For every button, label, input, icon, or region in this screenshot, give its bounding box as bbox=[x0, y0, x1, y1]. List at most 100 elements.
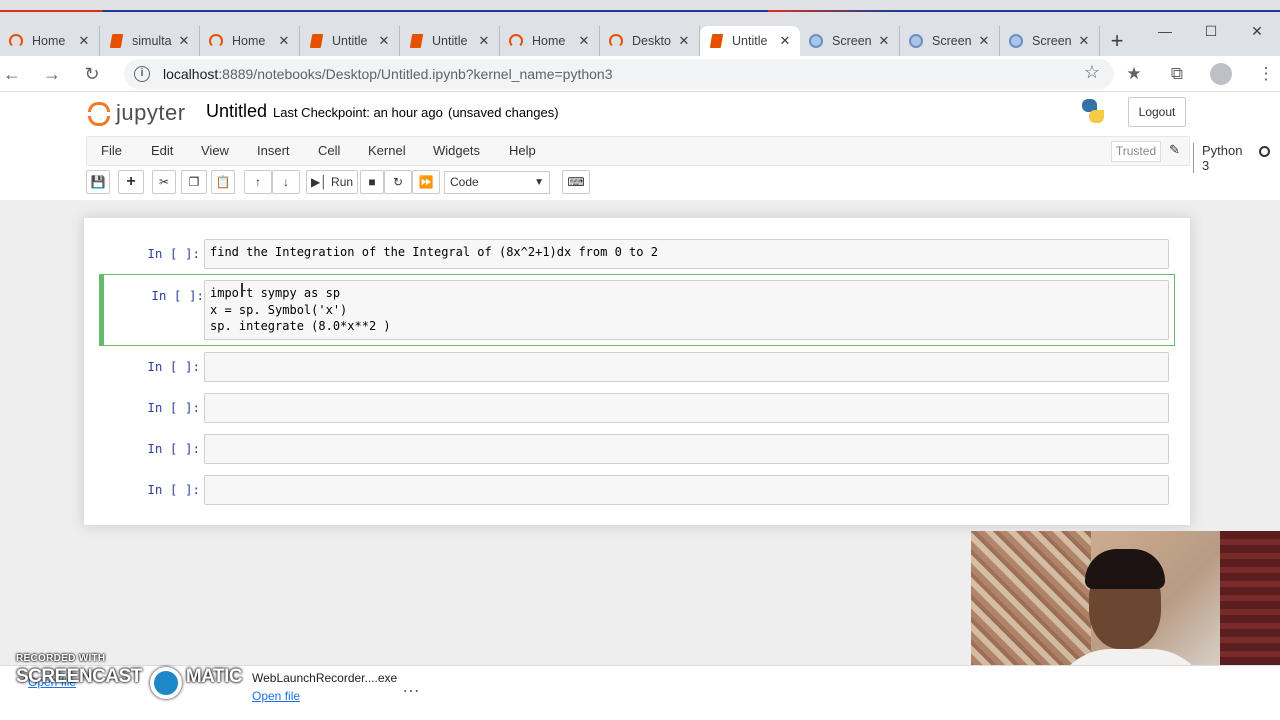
close-tab-icon[interactable]: ✕ bbox=[77, 33, 91, 49]
favorites-icon[interactable]: ★ bbox=[1122, 62, 1146, 86]
jupyter-logo[interactable]: jupyter bbox=[88, 98, 186, 128]
browser-tab[interactable]: Home ✕ bbox=[500, 26, 600, 56]
run-label: Run bbox=[331, 175, 354, 189]
cell-input[interactable]: import sympy as sp x = sp. Symbol('x') sp.… bbox=[204, 280, 1169, 340]
close-tab-icon[interactable]: ✕ bbox=[377, 33, 391, 49]
browser-tab[interactable]: Screen ✕ bbox=[800, 26, 900, 56]
close-window-icon[interactable]: ✕ bbox=[1234, 22, 1280, 40]
collections-icon[interactable]: ⧉ bbox=[1165, 62, 1189, 86]
menu-item-view[interactable]: View bbox=[201, 143, 229, 158]
minimize-icon[interactable]: — bbox=[1142, 22, 1188, 40]
code-cell[interactable]: In [ ]: bbox=[100, 392, 1176, 424]
jupyter-logo-text: jupyter bbox=[116, 100, 186, 125]
close-tab-icon[interactable]: ✕ bbox=[1077, 33, 1091, 49]
text-cursor-icon bbox=[241, 283, 243, 297]
cell-input[interactable] bbox=[204, 475, 1169, 505]
url-path: :8889/notebooks/Desktop/Untitled.ipynb?k… bbox=[218, 66, 613, 82]
run-icon: ▶│ bbox=[310, 175, 328, 189]
window-accent bbox=[0, 10, 1280, 12]
move-down-icon[interactable]: ↓ bbox=[272, 170, 300, 194]
browser-tab[interactable]: Home ✕ bbox=[0, 26, 100, 56]
watermark-brand: SCREENCAST MATIC bbox=[16, 666, 246, 688]
paste-icon[interactable]: 📋 bbox=[211, 170, 235, 194]
logout-button[interactable]: Logout bbox=[1128, 97, 1186, 127]
close-tab-icon[interactable]: ✕ bbox=[778, 33, 792, 49]
insert-cell-icon[interactable]: + bbox=[118, 170, 144, 194]
profile-avatar[interactable] bbox=[1210, 63, 1232, 85]
download-more-icon[interactable]: … bbox=[402, 676, 421, 697]
forward-icon[interactable]: → bbox=[40, 62, 64, 86]
bookmark-star-icon[interactable]: ☆ bbox=[1084, 62, 1100, 83]
cut-icon[interactable]: ✂ bbox=[152, 170, 176, 194]
browser-tab[interactable]: Untitle ✕ bbox=[700, 26, 800, 56]
python-logo-icon bbox=[1080, 98, 1106, 124]
browser-tab-title: Untitle bbox=[732, 34, 768, 48]
cell-prompt: In [ ]: bbox=[151, 288, 204, 303]
menu-dots-icon[interactable]: ⋮ bbox=[1254, 62, 1278, 86]
menu-item-widgets[interactable]: Widgets bbox=[433, 143, 480, 158]
menu-item-edit[interactable]: Edit bbox=[151, 143, 173, 158]
watermark-line1: RECORDED WITH bbox=[16, 653, 106, 664]
notebook-name[interactable]: Untitled bbox=[206, 101, 267, 122]
interrupt-icon[interactable]: ■ bbox=[360, 170, 384, 194]
site-info-icon[interactable]: i bbox=[134, 66, 150, 82]
keyboard-icon[interactable]: ⌨ bbox=[562, 170, 590, 194]
menu-item-help[interactable]: Help bbox=[509, 143, 536, 158]
window-top-strip bbox=[0, 0, 1280, 22]
kernel-name[interactable]: Python 3 bbox=[1193, 143, 1242, 173]
browser-tab[interactable]: Screen ✕ bbox=[1000, 26, 1100, 56]
browser-tab[interactable]: Untitle ✕ bbox=[300, 26, 400, 56]
download-item-2[interactable]: WebLaunchRecorder....exe Open file bbox=[252, 671, 397, 703]
omnibox[interactable]: i localhost:8889/notebooks/Desktop/Untit… bbox=[124, 59, 1114, 89]
close-tab-icon[interactable]: ✕ bbox=[477, 33, 491, 49]
close-tab-icon[interactable]: ✕ bbox=[977, 33, 991, 49]
maximize-icon[interactable]: ☐ bbox=[1188, 22, 1234, 40]
new-tab-icon[interactable]: + bbox=[1100, 26, 1134, 56]
browser-tab[interactable]: Screen ✕ bbox=[900, 26, 1000, 56]
menu-item-insert[interactable]: Insert bbox=[257, 143, 290, 158]
save-icon[interactable]: 💾 bbox=[86, 170, 110, 194]
cell-type-select[interactable]: Code ▼ bbox=[444, 171, 550, 194]
edit-mode-pencil-icon: ✎ bbox=[1169, 142, 1180, 157]
browser-tab[interactable]: Home ✕ bbox=[200, 26, 300, 56]
browser-tab[interactable]: Deskto ✕ bbox=[600, 26, 700, 56]
copy-icon[interactable]: ❐ bbox=[181, 170, 207, 194]
close-tab-icon[interactable]: ✕ bbox=[277, 33, 291, 49]
run-button[interactable]: ▶│ Run bbox=[306, 170, 358, 194]
jupyter-home-icon bbox=[208, 33, 224, 49]
cell-input[interactable] bbox=[204, 352, 1169, 382]
fast-forward-icon[interactable]: ⏩ bbox=[412, 170, 440, 194]
cell-input[interactable] bbox=[204, 393, 1169, 423]
close-tab-icon[interactable]: ✕ bbox=[177, 33, 191, 49]
unsaved-status: (unsaved changes) bbox=[448, 105, 559, 120]
browser-tab[interactable]: simulta ✕ bbox=[100, 26, 200, 56]
code-cell[interactable]: In [ ]: bbox=[100, 474, 1176, 506]
code-cell[interactable]: In [ ]: import sympy as sp x = sp. Symbol(… bbox=[99, 274, 1175, 346]
close-tab-icon[interactable]: ✕ bbox=[677, 33, 691, 49]
code-cell[interactable]: In [ ]: find the Integration of the Integ… bbox=[100, 238, 1176, 270]
menu-item-file[interactable]: File bbox=[101, 143, 122, 158]
download-item-2-open-link[interactable]: Open file bbox=[252, 689, 397, 703]
menu-item-cell[interactable]: Cell bbox=[318, 143, 340, 158]
cell-prompt: In [ ]: bbox=[147, 441, 200, 456]
cell-input[interactable] bbox=[204, 434, 1169, 464]
trusted-indicator[interactable]: Trusted bbox=[1111, 141, 1161, 162]
jupyter-home-icon bbox=[8, 33, 24, 49]
code-cell[interactable]: In [ ]: bbox=[100, 351, 1176, 383]
reload-icon[interactable]: ↻ bbox=[80, 62, 104, 86]
restart-icon[interactable]: ↻ bbox=[384, 170, 412, 194]
code-line: x = sp. Symbol('x') bbox=[210, 302, 348, 317]
code-cell[interactable]: In [ ]: bbox=[100, 433, 1176, 465]
move-up-icon[interactable]: ↑ bbox=[244, 170, 272, 194]
back-icon[interactable]: ← bbox=[0, 62, 24, 86]
cell-input[interactable]: find the Integration of the Integral of … bbox=[204, 239, 1169, 269]
download-item-2-name: WebLaunchRecorder....exe bbox=[252, 671, 398, 685]
cell-prompt: In [ ]: bbox=[147, 359, 200, 374]
url-text[interactable]: localhost:8889/notebooks/Desktop/Untitle… bbox=[163, 66, 612, 82]
close-tab-icon[interactable]: ✕ bbox=[877, 33, 891, 49]
menu-item-kernel[interactable]: Kernel bbox=[368, 143, 406, 158]
browser-tab[interactable]: Untitle ✕ bbox=[400, 26, 500, 56]
close-tab-icon[interactable]: ✕ bbox=[577, 33, 591, 49]
